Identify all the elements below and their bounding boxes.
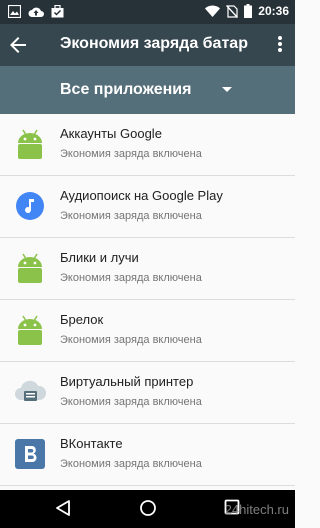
nav-back-icon [56,500,70,516]
app-name: Виртуальный принтер [60,374,194,389]
no-sim-icon [226,4,239,18]
filter-bar: Все приложения [0,66,295,114]
app-list: Аккаунты Google Экономия заряда включена… [0,114,295,486]
page-title: Экономия заряда батар [60,35,248,52]
app-name: Аккаунты Google [60,126,162,141]
status-time: 20:36 [258,4,289,18]
app-name: ВКонтакте [60,436,123,451]
dropdown-arrow-icon [222,87,232,92]
wifi-icon [205,5,221,17]
android-icon [18,315,42,345]
app-status: Экономия заряда включена [60,334,202,346]
app-name: Аудиопоиск на Google Play [60,188,223,203]
android-icon [18,253,42,283]
filter-selected-label: Все приложения [60,81,192,98]
list-item[interactable]: Блики и лучи Экономия заряда включена [0,238,295,300]
cloud-upload-icon [28,7,44,17]
overflow-menu-button[interactable] [275,36,285,56]
nav-home-icon [140,500,156,516]
vk-icon [15,439,45,469]
app-status: Экономия заряда включена [60,272,202,284]
arrow-back-icon [10,37,26,53]
briefcase-check-icon [51,5,64,18]
battery-icon [244,4,253,18]
status-bar: 20:36 [0,0,295,24]
image-icon [8,5,21,18]
android-icon [18,129,42,159]
list-item[interactable]: ВКонтакте Экономия заряда включена [0,424,295,486]
app-status: Экономия заряда включена [60,210,202,222]
app-name: Блики и лучи [60,250,139,265]
app-status: Экономия заряда включена [60,148,202,160]
list-item[interactable]: Брелок Экономия заряда включена [0,300,295,362]
app-name: Брелок [60,312,104,327]
list-item[interactable]: Виртуальный принтер Экономия заряда вклю… [0,362,295,424]
list-item[interactable]: Аудиопоиск на Google Play Экономия заряд… [0,176,295,238]
watermark: 24hitech.ru [224,502,289,517]
cloud-print-icon [15,380,46,401]
more-vert-icon [278,36,282,52]
app-status: Экономия заряда включена [60,396,202,408]
list-item[interactable]: Аккаунты Google Экономия заряда включена [0,114,295,176]
back-button[interactable] [10,34,34,56]
music-note-icon [16,192,44,220]
app-filter-dropdown[interactable]: Все приложения [50,66,250,114]
app-status: Экономия заряда включена [60,458,202,470]
nav-back-button[interactable] [55,499,75,519]
app-toolbar: Экономия заряда батар [0,24,295,66]
nav-home-button[interactable] [139,499,159,519]
